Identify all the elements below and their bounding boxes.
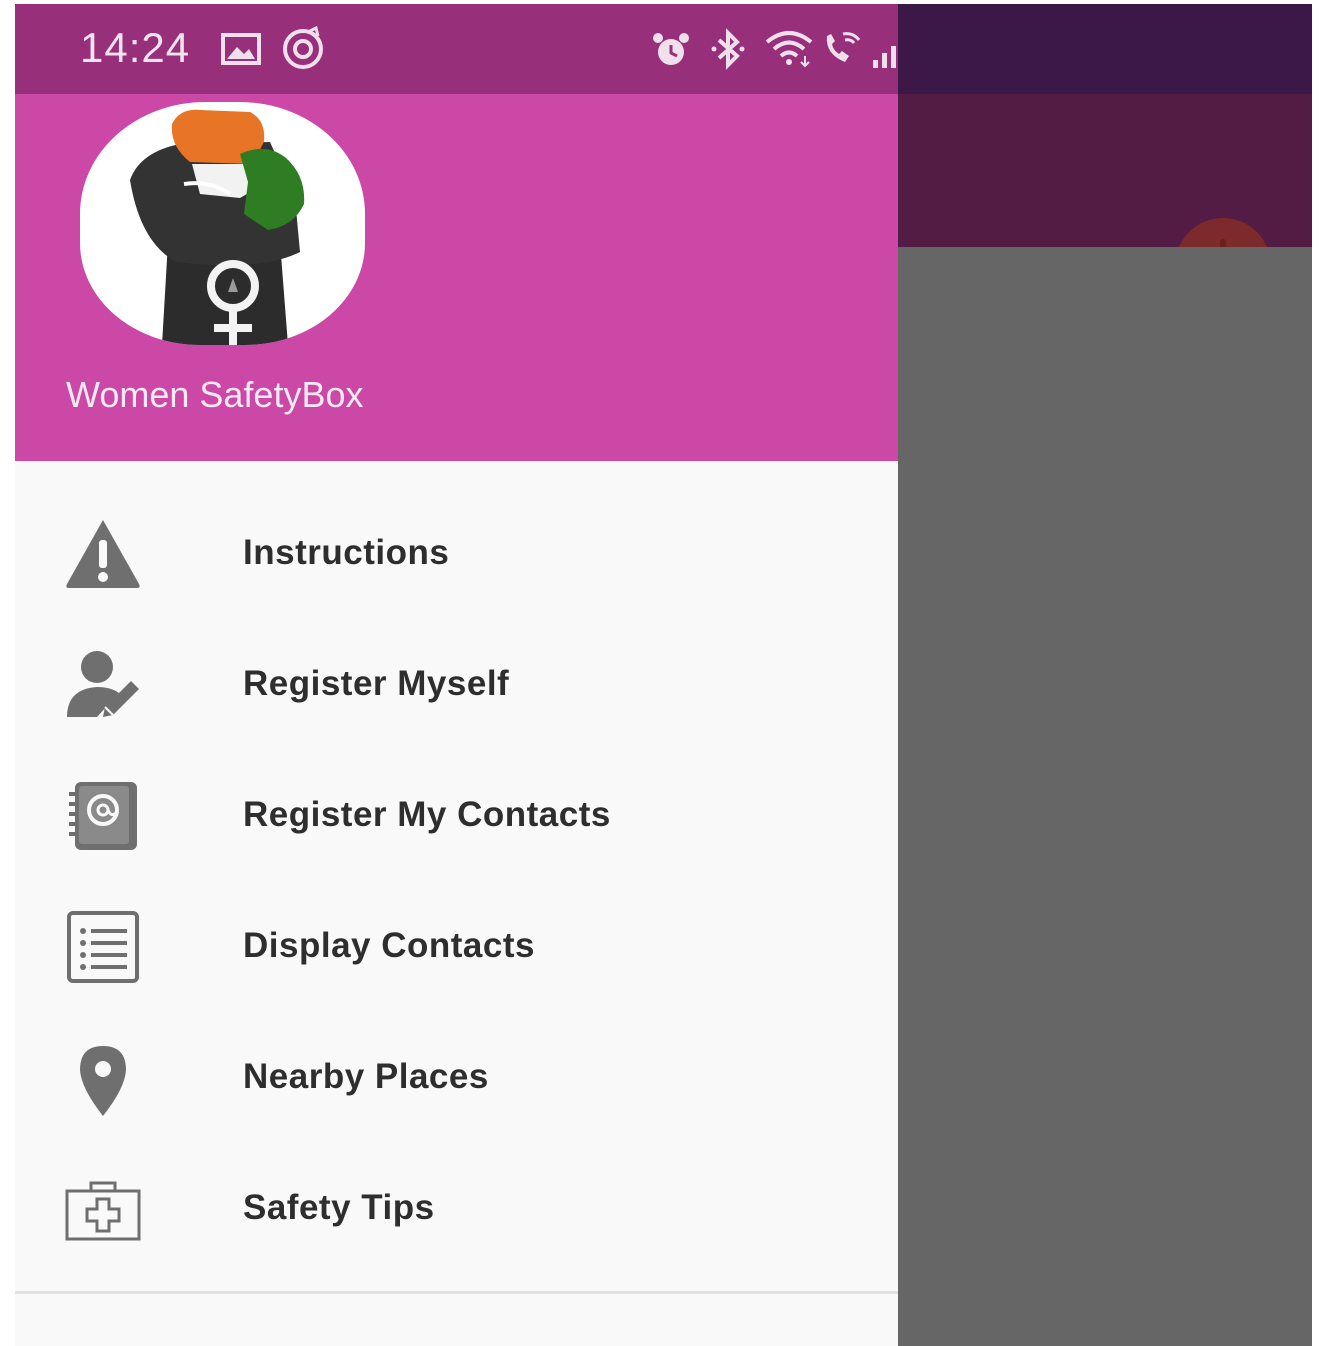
drawer-divider: [15, 1291, 898, 1294]
navigation-drawer: 14:24 Women SafetyBox Instructions Regis…: [15, 4, 898, 1346]
app-name: Women SafetyBox: [66, 374, 364, 415]
gallery-icon: [221, 33, 261, 65]
location-pin-icon: [80, 1046, 126, 1116]
status-time: 14:24: [80, 24, 191, 71]
app-logo: [80, 102, 365, 345]
menu-item-safety-tips[interactable]: Safety Tips: [15, 1142, 898, 1273]
menu-item-register-my-contacts[interactable]: Register My Contacts: [15, 749, 898, 880]
user-edit-icon: [67, 651, 139, 717]
menu-item-nearby-places[interactable]: Nearby Places: [15, 1011, 898, 1142]
raised-fist-female-symbol-logo: [130, 109, 305, 345]
bluetooth-icon: [711, 28, 745, 70]
signal-icon: [873, 46, 896, 68]
menu-label-register-myself: Register Myself: [243, 664, 510, 703]
menu-label-register-my-contacts: Register My Contacts: [243, 795, 611, 834]
menu-label-display-contacts: Display Contacts: [243, 926, 535, 965]
menu-item-display-contacts[interactable]: Display Contacts: [15, 880, 898, 1011]
menu-label-safety-tips: Safety Tips: [243, 1188, 435, 1227]
menu-label-instructions: Instructions: [243, 533, 450, 572]
first-aid-kit-icon: [65, 1181, 141, 1241]
list-icon: [67, 911, 139, 983]
address-book-icon: [69, 782, 137, 850]
menu-label-nearby-places: Nearby Places: [243, 1057, 489, 1096]
music-app-icon: [283, 26, 323, 69]
phone-screen: 14:24 Women SafetyBox Instructions Regis…: [15, 4, 1312, 1346]
alarm-icon: [653, 33, 689, 65]
wifi-calling-icon: [826, 32, 861, 62]
menu-item-register-myself[interactable]: Register Myself: [15, 618, 898, 749]
wifi-icon: [765, 31, 813, 68]
drawer-header: Women SafetyBox: [15, 94, 898, 461]
warning-icon: [66, 520, 140, 588]
status-bar: 14:24: [15, 4, 898, 94]
menu-item-instructions[interactable]: Instructions: [15, 487, 898, 618]
